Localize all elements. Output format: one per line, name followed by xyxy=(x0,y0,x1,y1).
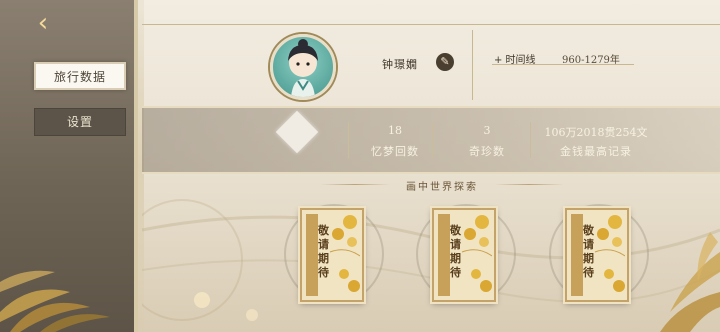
timeline-underline xyxy=(492,64,634,65)
bamboo-leaves-decoration xyxy=(660,232,720,332)
card-strip xyxy=(571,214,583,296)
ginkgo-leaves-icon xyxy=(461,215,492,292)
stats-band xyxy=(142,106,720,174)
bamboo-leaves-decoration xyxy=(0,270,110,332)
pencil-icon: ✎ xyxy=(440,55,450,68)
section-title: 画中世界探索 xyxy=(406,182,478,193)
card-strip xyxy=(306,214,318,296)
back-button[interactable]: ‹ xyxy=(32,10,54,38)
edit-name-button[interactable]: ✎ xyxy=(436,53,454,71)
ginkgo-leaves-icon xyxy=(329,215,360,292)
sidebar: ‹ 旅行数据 设置 xyxy=(0,0,144,332)
world-card-1[interactable]: 敬请期待 xyxy=(300,208,364,302)
player-name: 钟璟嫺 xyxy=(382,58,418,71)
sidebar-item-travel-data[interactable]: 旅行数据 xyxy=(34,62,126,90)
section-wing-left xyxy=(320,184,390,185)
profile-divider xyxy=(472,30,473,100)
stat-label-max-money: 金钱最高记录 xyxy=(560,145,632,158)
stat-value-treasure-count: 3 xyxy=(483,124,491,137)
card-strip xyxy=(438,214,450,296)
section-wing-right xyxy=(494,184,564,185)
world-card-2[interactable]: 敬请期待 xyxy=(432,208,496,302)
stat-label-treasure-count: 奇珍数 xyxy=(469,145,505,158)
main-panel: 钟璟嫺 ✎ + 时间线 960-1279年 18 忆梦回数 3 奇珍数 106万… xyxy=(142,0,720,332)
sidebar-item-label: 旅行数据 xyxy=(53,70,106,84)
avatar[interactable] xyxy=(270,34,338,102)
chevron-left-icon: ‹ xyxy=(37,8,49,38)
sidebar-item-settings[interactable]: 设置 xyxy=(34,108,126,136)
stat-value-max-money: 106万2018贯254文 xyxy=(544,126,648,139)
top-divider xyxy=(142,24,720,25)
sidebar-item-label: 设置 xyxy=(66,115,93,129)
character-portrait-icon xyxy=(288,39,318,97)
